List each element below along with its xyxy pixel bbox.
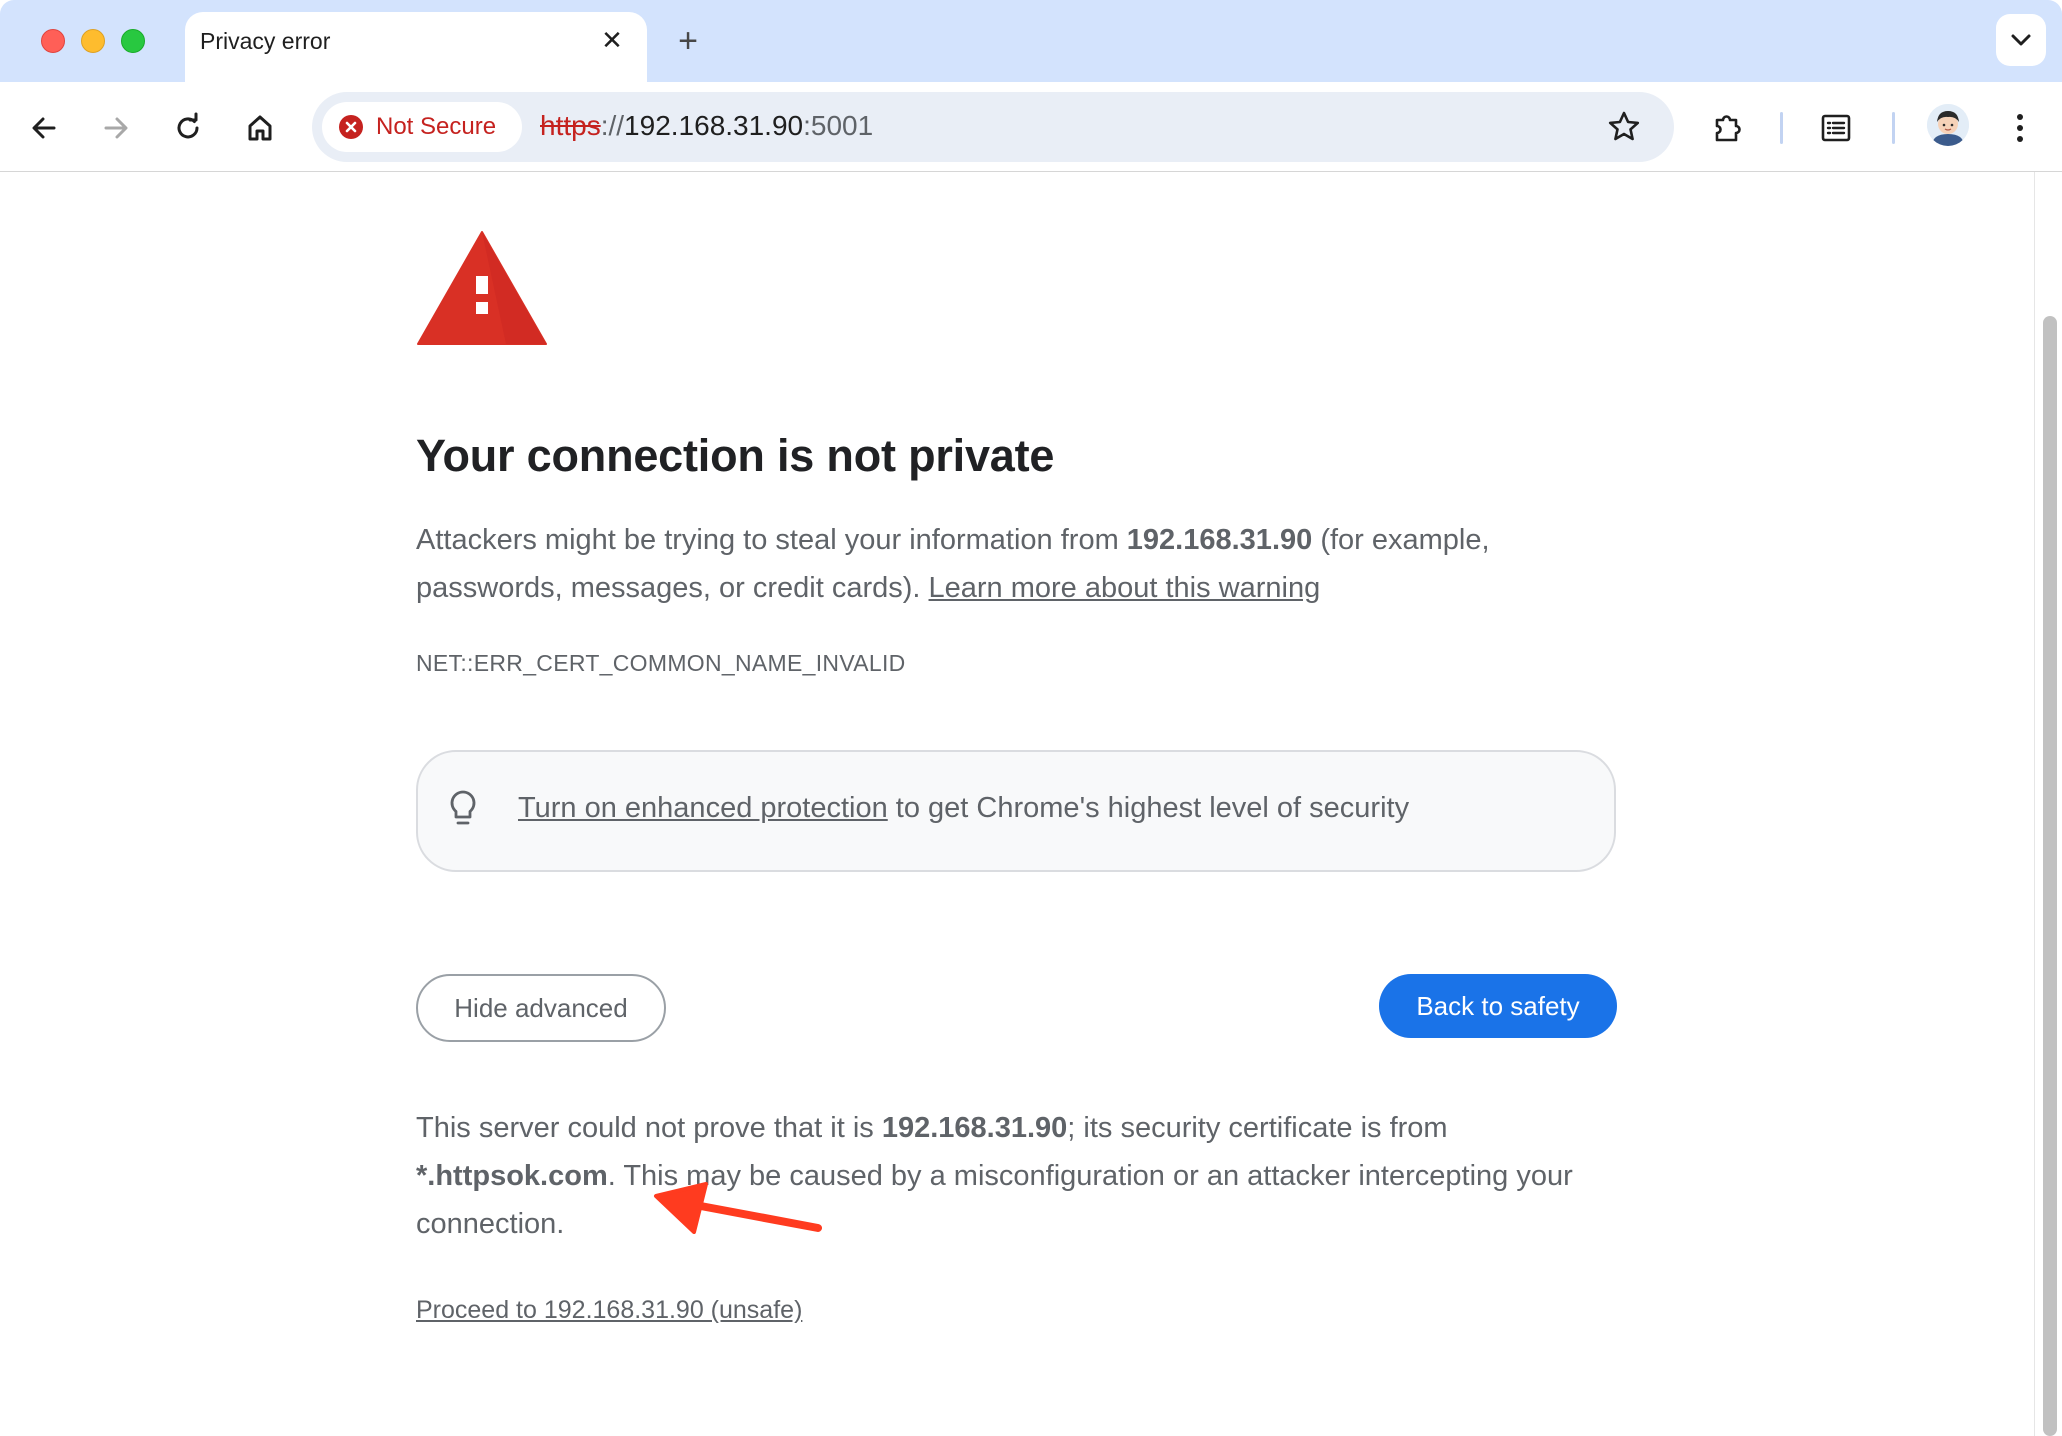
chevron-down-icon <box>2011 34 2031 46</box>
not-secure-label: Not Secure <box>376 113 497 140</box>
profile-avatar-button[interactable] <box>1927 104 1969 146</box>
enhanced-protection-promo: Turn on enhanced protection to get Chrom… <box>416 750 1616 872</box>
warning-prefix: Attackers might be trying to steal your … <box>416 524 1127 556</box>
learn-more-link[interactable]: Learn more about this warning <box>929 572 1321 604</box>
tab-privacy-error[interactable]: Privacy error ✕ <box>185 12 647 84</box>
not-secure-icon <box>339 115 363 139</box>
back-to-safety-button[interactable]: Back to safety <box>1379 974 1617 1038</box>
certificate-domain: *.httpsok.com <box>416 1160 608 1192</box>
url-scheme: https <box>540 110 601 141</box>
tab-strip: Privacy error ✕ + <box>0 0 2062 84</box>
back-arrow-icon <box>32 117 56 139</box>
reading-list-button[interactable] <box>1810 102 1862 154</box>
reload-icon <box>177 112 199 139</box>
enhanced-protection-link[interactable]: Turn on enhanced protection <box>518 792 888 824</box>
home-icon <box>248 115 272 141</box>
lightbulb-icon <box>450 790 476 825</box>
toolbar-divider <box>1780 112 1783 144</box>
avatar-icon <box>1927 104 1969 146</box>
scrollbar-thumb[interactable] <box>2043 316 2057 1436</box>
tab-close-icon[interactable]: ✕ <box>596 24 628 56</box>
reading-list-icon <box>1821 114 1851 142</box>
bookmark-star-icon[interactable] <box>1606 109 1642 145</box>
url-port: :5001 <box>803 110 874 141</box>
warning-triangle-icon <box>417 231 547 345</box>
toolbar-divider <box>1892 112 1895 144</box>
detail-prefix: This server could not prove that it is <box>416 1112 882 1144</box>
close-window-button[interactable] <box>41 29 65 53</box>
url-slashes: :// <box>600 110 625 141</box>
page-scrollbar[interactable] <box>2034 172 2062 1436</box>
new-tab-button[interactable]: + <box>668 22 708 62</box>
warning-paragraph: Attackers might be trying to steal your … <box>416 516 1626 612</box>
chrome-menu-button[interactable] <box>1994 102 2046 154</box>
detail-host: 192.168.31.90 <box>881 1112 1068 1144</box>
maximize-window-button[interactable] <box>121 29 145 53</box>
error-code: NET::ERR_CERT_COMMON_NAME_INVALID <box>416 650 906 676</box>
url-text[interactable]: https://192.168.31.90:5001 <box>540 110 873 142</box>
enhanced-protection-text: Turn on enhanced protection to get Chrom… <box>518 792 1409 825</box>
detail-mid: ; its security certificate is from <box>1067 1112 1448 1144</box>
tab-title: Privacy error <box>200 28 331 54</box>
back-button[interactable] <box>18 102 70 154</box>
extensions-button[interactable] <box>1702 102 1754 154</box>
browser-toolbar: Not Secure https://192.168.31.90:5001 <box>0 82 2062 172</box>
forward-button[interactable] <box>90 102 142 154</box>
security-chip[interactable]: Not Secure <box>322 102 522 152</box>
more-vert-icon <box>2017 114 2023 142</box>
url-host: 192.168.31.90 <box>624 110 804 141</box>
page-title: Your connection is not private <box>416 430 1055 481</box>
forward-arrow-icon <box>104 117 128 139</box>
minimize-window-button[interactable] <box>81 29 105 53</box>
address-bar[interactable]: Not Secure https://192.168.31.90:5001 <box>312 92 1674 162</box>
home-button[interactable] <box>234 102 286 154</box>
reload-button[interactable] <box>162 102 214 154</box>
warning-host: 192.168.31.90 <box>1126 524 1313 556</box>
advanced-details-paragraph: This server could not prove that it is 1… <box>416 1104 1626 1248</box>
puzzle-piece-icon <box>1715 115 1741 142</box>
tab-search-button[interactable] <box>1996 14 2046 66</box>
proceed-unsafe-link[interactable]: Proceed to 192.168.31.90 (unsafe) <box>416 1296 802 1325</box>
hide-advanced-button[interactable]: Hide advanced <box>416 974 666 1042</box>
enhanced-protection-rest: to get Chrome's highest level of securit… <box>887 792 1410 824</box>
